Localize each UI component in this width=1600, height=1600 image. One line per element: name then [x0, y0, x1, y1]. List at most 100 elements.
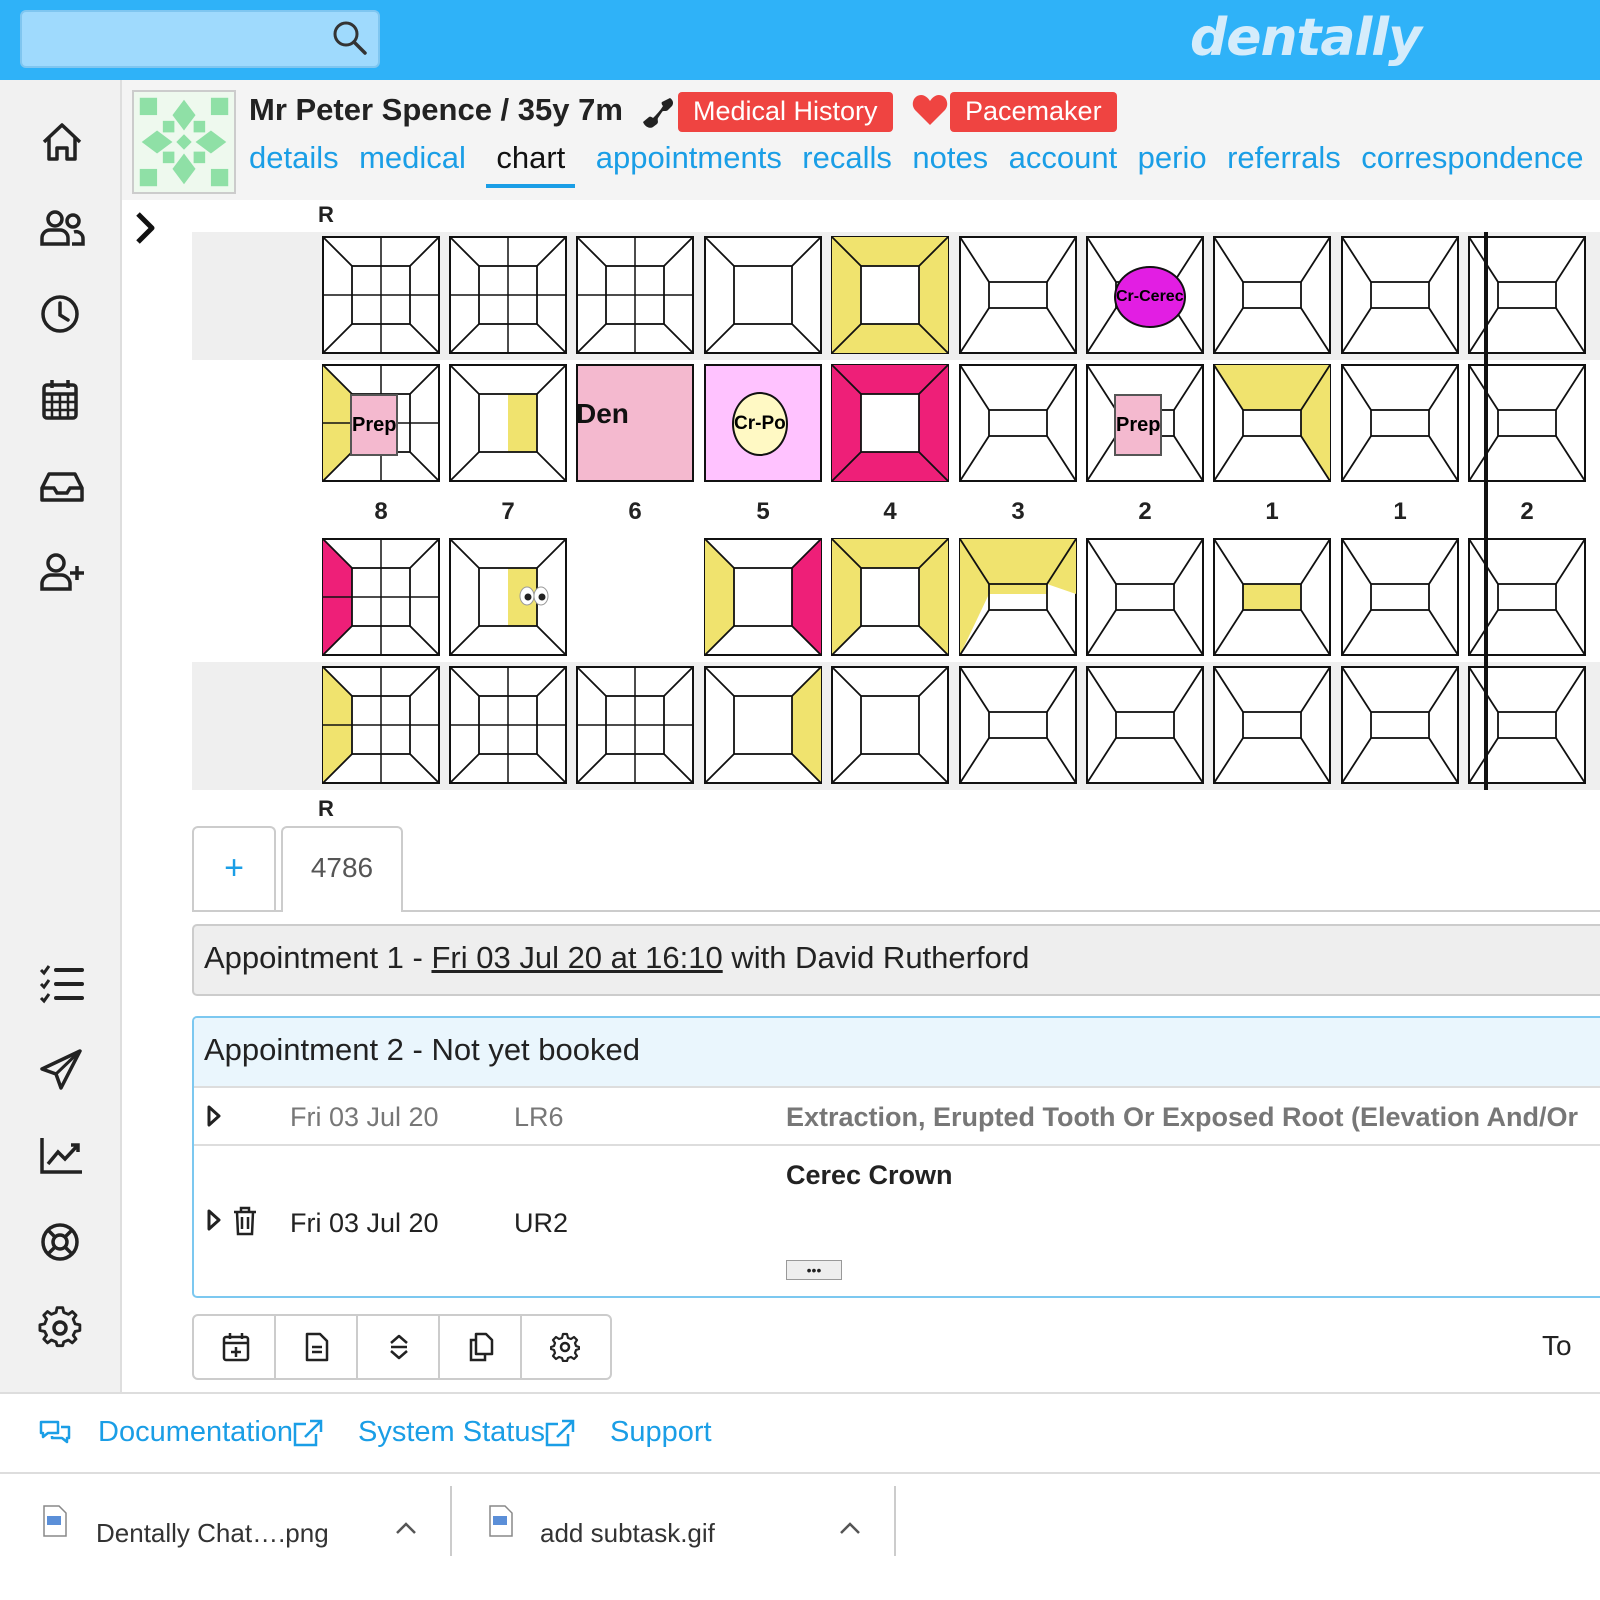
tooth-number: 7: [501, 498, 515, 525]
external-link-icon[interactable]: [544, 1418, 576, 1448]
appointment-2-header[interactable]: Appointment 2 - Not yet booked: [194, 1018, 1600, 1088]
home-icon[interactable]: [38, 118, 86, 166]
tab-referrals[interactable]: referrals: [1227, 140, 1341, 184]
patients-icon[interactable]: [38, 204, 86, 252]
medical-history-badge[interactable]: Medical History: [678, 92, 893, 132]
clock-icon[interactable]: [38, 290, 86, 338]
tooth-diagram[interactable]: [322, 666, 440, 784]
download-separator: [894, 1486, 896, 1556]
chevron-up-icon[interactable]: [394, 1520, 418, 1536]
tooth-number: 2: [1138, 498, 1152, 525]
treatment-date: Fri 03 Jul 20: [290, 1102, 439, 1132]
copy-button[interactable]: [440, 1316, 522, 1378]
appointment-1-header[interactable]: Appointment 1 - Fri 03 Jul 20 at 16:10 w…: [192, 924, 1600, 996]
tooth-diagram[interactable]: [959, 538, 1077, 656]
more-options-button[interactable]: •••: [786, 1260, 842, 1280]
inbox-icon[interactable]: [38, 462, 86, 510]
tooth-diagram[interactable]: [704, 538, 822, 656]
tooth-diagram[interactable]: [1341, 538, 1459, 656]
tooth-number: 6: [628, 498, 642, 525]
tooth-diagram[interactable]: [576, 666, 694, 784]
tab-correspondence[interactable]: correspondence: [1361, 140, 1583, 184]
patient-avatar[interactable]: [132, 90, 236, 194]
add-patient-icon[interactable]: [38, 548, 86, 596]
tooth-diagram[interactable]: [322, 236, 440, 354]
tooth-diagram[interactable]: [959, 364, 1077, 482]
download-item[interactable]: Dentally Chat….png: [0, 1486, 450, 1576]
tab-recalls[interactable]: recalls: [802, 140, 892, 184]
tooth-diagram[interactable]: [1213, 236, 1331, 354]
chat-icon[interactable]: [38, 1418, 72, 1448]
trash-icon[interactable]: [232, 1206, 258, 1236]
tooth-diagram[interactable]: [576, 538, 694, 656]
appointment-1-date-link[interactable]: Fri 03 Jul 20 at 16:10: [431, 940, 722, 975]
treatment-tooth: UR2: [514, 1208, 569, 1238]
document-button[interactable]: [276, 1316, 358, 1378]
send-icon[interactable]: [38, 1046, 86, 1094]
download-filename: add subtask.gif: [540, 1518, 715, 1548]
tooth-diagram[interactable]: [1086, 666, 1204, 784]
tooth-diagram[interactable]: [322, 538, 440, 656]
tab-appointments[interactable]: appointments: [596, 140, 782, 184]
add-appointment-button[interactable]: [194, 1316, 276, 1378]
settings-button[interactable]: [522, 1316, 610, 1378]
tab-details[interactable]: details: [249, 140, 339, 184]
sidebar: [0, 80, 122, 1420]
tooth-diagram[interactable]: [1213, 364, 1331, 482]
expand-triangle-icon[interactable]: [206, 1104, 222, 1128]
tooth-diagram[interactable]: [449, 666, 567, 784]
tab-medical[interactable]: medical: [359, 140, 466, 184]
tooth-diagram[interactable]: [831, 538, 949, 656]
downloads-bar: Dentally Chat….png add subtask.gif: [0, 1476, 1600, 1600]
tooth-diagram[interactable]: [576, 236, 694, 354]
help-lifebuoy-icon[interactable]: [38, 1218, 86, 1266]
tooth-diagram[interactable]: [831, 666, 949, 784]
external-link-icon[interactable]: [292, 1418, 324, 1448]
course-tab[interactable]: 4786: [281, 826, 403, 912]
tasks-icon[interactable]: [38, 960, 86, 1008]
settings-icon[interactable]: [38, 1304, 86, 1352]
expand-triangle-icon[interactable]: [206, 1208, 222, 1232]
tab-account[interactable]: account: [1009, 140, 1118, 184]
tooth-diagram[interactable]: [1341, 666, 1459, 784]
support-link[interactable]: Support: [610, 1416, 712, 1449]
phone-icon[interactable]: [640, 94, 676, 130]
tooth-diagram[interactable]: [1341, 236, 1459, 354]
tooth-diagram[interactable]: [959, 666, 1077, 784]
documentation-link[interactable]: Documentation: [98, 1416, 293, 1449]
patient-name: Mr Peter Spence / 35y 7m: [249, 92, 623, 127]
tooth-diagram[interactable]: [449, 364, 567, 482]
search-icon[interactable]: [332, 20, 368, 56]
tab-notes[interactable]: notes: [912, 140, 988, 184]
top-bar: dentally: [0, 0, 1600, 80]
tooth-diagram[interactable]: [704, 236, 822, 354]
tooth-diagram[interactable]: [1213, 538, 1331, 656]
tooth-diagram[interactable]: [959, 236, 1077, 354]
treatment-date: Fri 03 Jul 20: [290, 1208, 439, 1238]
denture-marker: Den: [576, 398, 629, 429]
download-item[interactable]: add subtask.gif: [452, 1486, 894, 1576]
tooth-diagram[interactable]: [449, 236, 567, 354]
collapse-expand-button[interactable]: [358, 1316, 440, 1378]
tooth-diagram[interactable]: [831, 364, 949, 482]
calendar-plus-icon: [222, 1333, 250, 1362]
tooth-diagram[interactable]: [831, 236, 949, 354]
tooth-diagram[interactable]: [1086, 538, 1204, 656]
system-status-link[interactable]: System Status: [358, 1416, 545, 1449]
search-input[interactable]: [20, 10, 380, 68]
reports-icon[interactable]: [38, 1132, 86, 1180]
file-gif-icon: [489, 1505, 513, 1537]
brand-logo[interactable]: dentally: [1190, 8, 1422, 68]
tooth-diagram[interactable]: [1341, 364, 1459, 482]
tooth-diagram[interactable]: [704, 666, 822, 784]
pacemaker-badge[interactable]: Pacemaker: [950, 92, 1117, 132]
chevron-up-icon[interactable]: [838, 1520, 862, 1536]
tab-perio[interactable]: perio: [1138, 140, 1207, 184]
tab-chart[interactable]: chart: [486, 140, 576, 188]
treatment-row[interactable]: Fri 03 Jul 20 LR6 Extraction, Erupted To…: [194, 1088, 1600, 1146]
add-course-tab[interactable]: +: [192, 826, 276, 910]
patient-tabs: details medical chart appointments recal…: [249, 140, 1600, 190]
tooth-diagram[interactable]: [1213, 666, 1331, 784]
calendar-icon[interactable]: [38, 376, 86, 424]
treatment-row[interactable]: Fri 03 Jul 20 UR2 Cerec Crown •••: [194, 1146, 1600, 1296]
